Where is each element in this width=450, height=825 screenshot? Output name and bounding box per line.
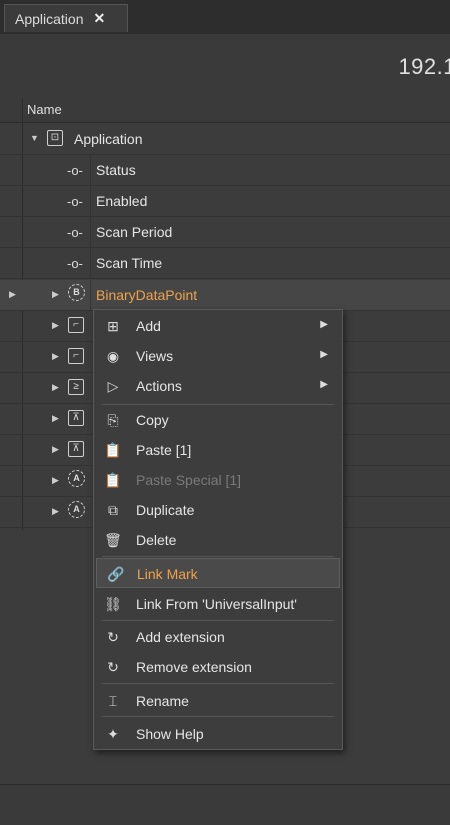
menu-item-show-help[interactable]: ✦ Show Help	[94, 719, 342, 749]
pin-icon: -o-	[67, 256, 83, 271]
tab-application[interactable]: Application ✕	[4, 4, 128, 32]
trash-icon: 🗑	[104, 532, 122, 548]
chevron-right-icon[interactable]: ▶	[52, 475, 59, 486]
eye-icon: ◉	[106, 348, 120, 364]
analog-datapoint-icon: A	[68, 470, 85, 487]
rename-icon: ⌶	[108, 693, 118, 709]
menu-item-views[interactable]: ◉ Views ▶	[94, 341, 342, 371]
duplicate-icon: ⧉	[108, 502, 118, 518]
menu-divider	[102, 716, 334, 717]
tree-label: Scan Time	[96, 255, 163, 271]
pin-icon: -o-	[67, 194, 83, 209]
header-bar: 192.1	[0, 34, 450, 99]
tree-row-application[interactable]: ▼ ⊡ Application	[0, 124, 450, 155]
status-bar	[0, 784, 450, 825]
datapoint-icon: ⌐	[68, 348, 84, 364]
menu-divider	[102, 683, 334, 684]
menu-divider	[102, 620, 334, 621]
menu-item-add[interactable]: ⊞ Add ▶	[94, 311, 342, 341]
menu-item-rename[interactable]: ⌶ Rename	[94, 686, 342, 716]
menu-item-link-from[interactable]: ⛓ Link From 'UniversalInput'	[94, 589, 342, 619]
paste-special-icon: 📋	[104, 472, 122, 488]
menu-item-copy[interactable]: ⎘ Copy	[94, 405, 342, 435]
limit-icon: ⊼	[68, 441, 84, 457]
extension-icon: ↻	[107, 629, 119, 645]
chevron-down-icon[interactable]: ▼	[30, 133, 39, 143]
context-menu: ⊞ Add ▶ ◉ Views ▶ ▷ Actions ▶ ⎘ Copy 📋 P…	[93, 309, 343, 750]
chevron-right-icon[interactable]: ▶	[52, 444, 59, 455]
analog-datapoint-icon: A	[68, 501, 85, 518]
application-icon: ⊡	[47, 130, 63, 146]
pin-icon: -o-	[67, 163, 83, 178]
comparator-icon: ≥	[68, 379, 84, 395]
tab-bar: Application ✕	[0, 0, 450, 35]
menu-item-duplicate[interactable]: ⧉ Duplicate	[94, 495, 342, 525]
close-icon[interactable]: ✕	[94, 10, 106, 27]
link-icon: 🔗	[107, 566, 125, 582]
menu-item-add-extension[interactable]: ↻ Add extension	[94, 622, 342, 652]
chevron-right-icon[interactable]: ▶	[52, 382, 59, 393]
tree-row-status[interactable]: -o- Status	[0, 155, 450, 186]
chevron-right-icon[interactable]: ▶	[52, 320, 59, 331]
limit-icon: ⊼	[68, 410, 84, 426]
paste-icon: 📋	[104, 442, 122, 458]
menu-divider	[102, 556, 334, 557]
add-icon: ⊞	[107, 318, 119, 334]
link-from-icon: ⛓	[104, 596, 122, 612]
pin-icon: -o-	[67, 225, 83, 240]
grid-header: Name	[0, 98, 450, 123]
datapoint-icon: ⌐	[68, 317, 84, 333]
tree-label: Application	[74, 131, 143, 147]
tree-label: Status	[96, 162, 136, 178]
menu-item-remove-extension[interactable]: ↻ Remove extension	[94, 652, 342, 682]
copy-icon: ⎘	[107, 412, 119, 428]
tree-label: Scan Period	[96, 224, 173, 240]
tree-row-enabled[interactable]: -o- Enabled	[0, 186, 450, 217]
help-icon: ✦	[107, 726, 119, 742]
ip-address: 192.1	[398, 54, 450, 79]
column-header-name[interactable]: Name	[27, 102, 62, 117]
tab-title: Application	[15, 10, 84, 27]
menu-item-link-mark[interactable]: 🔗 Link Mark	[96, 558, 340, 588]
tree-row-scan-time[interactable]: -o- Scan Time	[0, 248, 450, 279]
tree-row-binarydatapoint[interactable]: ▶ ▶ B BinaryDataPoint	[0, 280, 450, 311]
submenu-arrow-icon: ▶	[320, 319, 328, 330]
binary-datapoint-icon: B	[68, 284, 85, 301]
play-icon: ▷	[107, 378, 119, 394]
extension-icon: ↻	[107, 659, 119, 675]
tree-label: BinaryDataPoint	[96, 287, 198, 303]
submenu-arrow-icon: ▶	[320, 349, 328, 360]
menu-item-paste-special: 📋 Paste Special [1]	[104, 472, 242, 488]
tree-label: Enabled	[96, 193, 148, 209]
chevron-right-icon[interactable]: ▶	[52, 351, 59, 362]
tree-row-scan-period[interactable]: -o- Scan Period	[0, 217, 450, 248]
menu-item-paste[interactable]: 📋 Paste [1]	[94, 435, 342, 465]
submenu-arrow-icon: ▶	[320, 379, 328, 390]
menu-item-delete[interactable]: 🗑 Delete	[94, 525, 342, 555]
chevron-right-icon[interactable]: ▶	[52, 289, 59, 300]
chevron-right-icon[interactable]: ▶	[52, 413, 59, 424]
chevron-right-icon[interactable]: ▶	[52, 506, 59, 517]
menu-item-actions[interactable]: ▷ Actions ▶	[94, 371, 342, 401]
row-pointer-icon: ▶	[9, 289, 16, 299]
